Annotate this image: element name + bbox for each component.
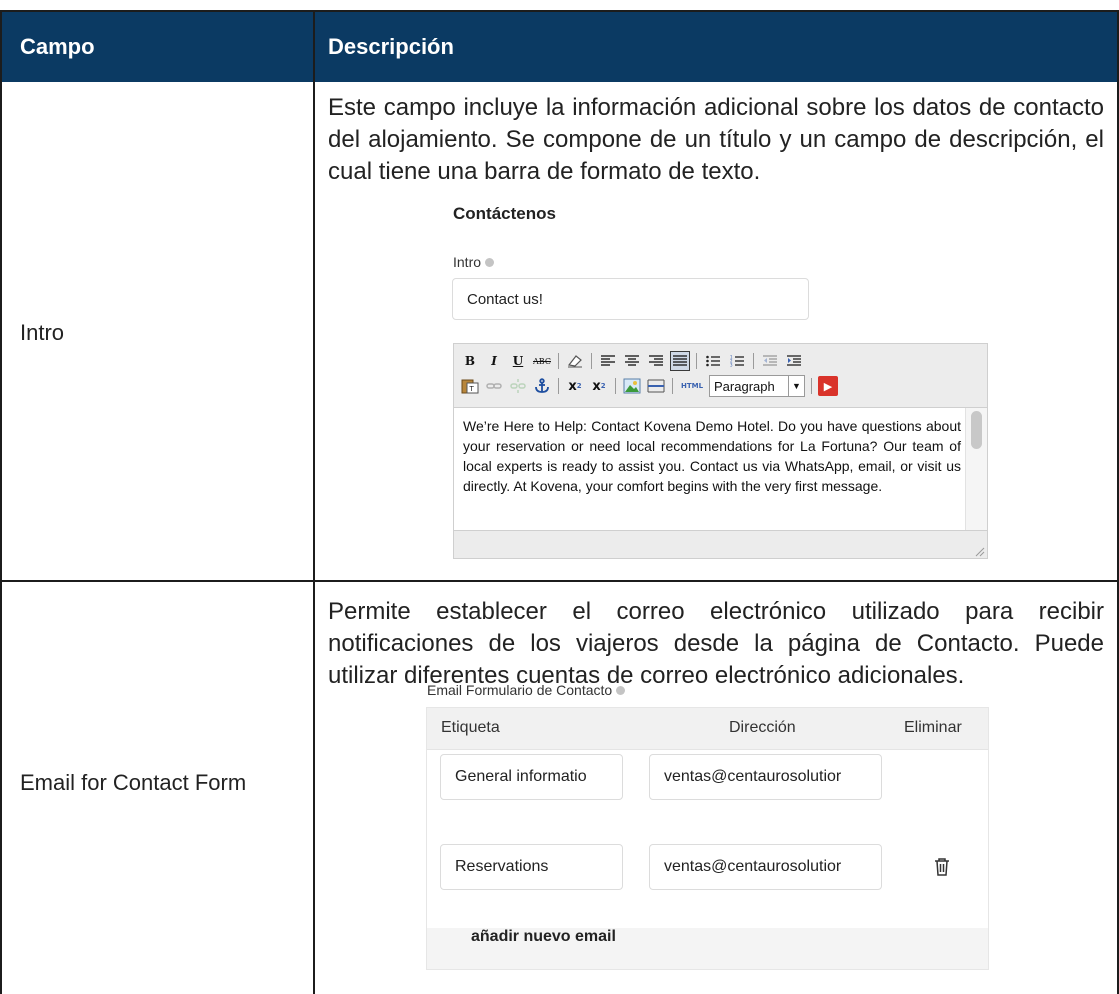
eraser-icon[interactable] [565, 351, 585, 371]
field-name-intro: Intro [20, 320, 65, 345]
format-select[interactable]: Paragraph ▼ [709, 375, 805, 397]
toolbar-separator [811, 378, 812, 394]
align-right-icon[interactable] [646, 351, 666, 371]
field-name-email: Email for Contact Form [20, 770, 247, 795]
bullet-list-icon[interactable] [703, 351, 723, 371]
rich-text-editor: B I U ABC 123 T x 2 x 2 HTML Paragraph ▼… [453, 343, 988, 559]
email-label-input[interactable]: General informatio [440, 754, 623, 800]
info-icon [485, 258, 495, 267]
add-email-button[interactable]: añadir nuevo email [471, 928, 616, 946]
strikethrough-icon[interactable]: ABC [532, 351, 552, 371]
email-table-header: Etiqueta Dirección Eliminar [427, 708, 988, 750]
header-field: Campo [20, 34, 95, 59]
toolbar-separator [672, 378, 673, 394]
subscript-icon[interactable]: x2 [565, 376, 585, 396]
outdent-icon[interactable] [760, 351, 780, 371]
email-address-input[interactable]: ventas@centaurosolutior [649, 754, 882, 800]
horizontal-rule-icon[interactable] [646, 376, 666, 396]
toolbar-separator [558, 353, 559, 369]
link-icon[interactable] [484, 376, 504, 396]
anchor-icon[interactable] [532, 376, 552, 396]
column-address: Dirección [729, 719, 796, 736]
align-center-icon[interactable] [622, 351, 642, 371]
toolbar-separator [753, 353, 754, 369]
trash-icon[interactable] [933, 857, 951, 877]
superscript-icon[interactable]: x2 [589, 376, 609, 396]
table-row-divider [0, 580, 1119, 582]
table-border-left [0, 10, 2, 994]
toolbar-separator [591, 353, 592, 369]
intro-label-text: Intro [453, 254, 482, 270]
paste-text-icon[interactable]: T [460, 376, 480, 396]
editor-scrollbar[interactable] [965, 408, 987, 530]
svg-text:T: T [469, 385, 475, 393]
description-email: Permite establecer el correo electrónico… [328, 598, 1104, 689]
chevron-down-icon: ▼ [788, 376, 804, 396]
editor-text: We’re Here to Help: Contact Kovena Demo … [463, 418, 961, 494]
header-description: Descripción [328, 34, 454, 59]
align-justify-icon[interactable] [670, 351, 690, 371]
column-delete: Eliminar [904, 719, 962, 736]
section-title: Contáctenos [453, 204, 556, 223]
intro-label: Intro [453, 254, 495, 270]
italic-icon[interactable]: I [484, 351, 504, 371]
email-table: Etiqueta Dirección Eliminar añadir nuevo… [426, 707, 989, 970]
table-column-divider [313, 10, 315, 994]
scroll-thumb[interactable] [971, 411, 982, 449]
toolbar-separator [558, 378, 559, 394]
intro-input[interactable]: Contact us! [452, 278, 809, 320]
table-header-row: Campo Descripción [0, 10, 1119, 82]
toolbar-separator [615, 378, 616, 394]
editor-content-area[interactable]: We’re Here to Help: Contact Kovena Demo … [454, 407, 987, 531]
description-intro: Este campo incluye la información adicio… [328, 94, 1104, 185]
unlink-icon[interactable] [508, 376, 528, 396]
numbered-list-icon[interactable]: 123 [727, 351, 747, 371]
svg-text:3: 3 [730, 363, 733, 368]
email-label-input[interactable]: Reservations [440, 844, 623, 890]
align-left-icon[interactable] [598, 351, 618, 371]
editor-toolbar-row-2: T x2 x2 HTML Paragraph ▼ ▶ [460, 375, 838, 397]
bold-icon[interactable]: B [460, 351, 480, 371]
column-label: Etiqueta [441, 719, 500, 736]
format-select-value: Paragraph [714, 378, 775, 394]
html-source-icon[interactable]: HTML [679, 376, 705, 396]
info-icon [616, 686, 626, 695]
email-form-label: Email Formulario de Contacto [427, 682, 626, 698]
indent-icon[interactable] [784, 351, 804, 371]
toolbar-separator [696, 353, 697, 369]
image-icon[interactable] [622, 376, 642, 396]
underline-icon[interactable]: U [508, 351, 528, 371]
email-address-input[interactable]: ventas@centaurosolutior [649, 844, 882, 890]
resize-grip-icon[interactable] [973, 544, 985, 557]
youtube-video-icon[interactable]: ▶ [818, 376, 838, 396]
editor-toolbar-row-1: B I U ABC 123 [460, 350, 804, 372]
email-form-label-text: Email Formulario de Contacto [427, 682, 613, 698]
